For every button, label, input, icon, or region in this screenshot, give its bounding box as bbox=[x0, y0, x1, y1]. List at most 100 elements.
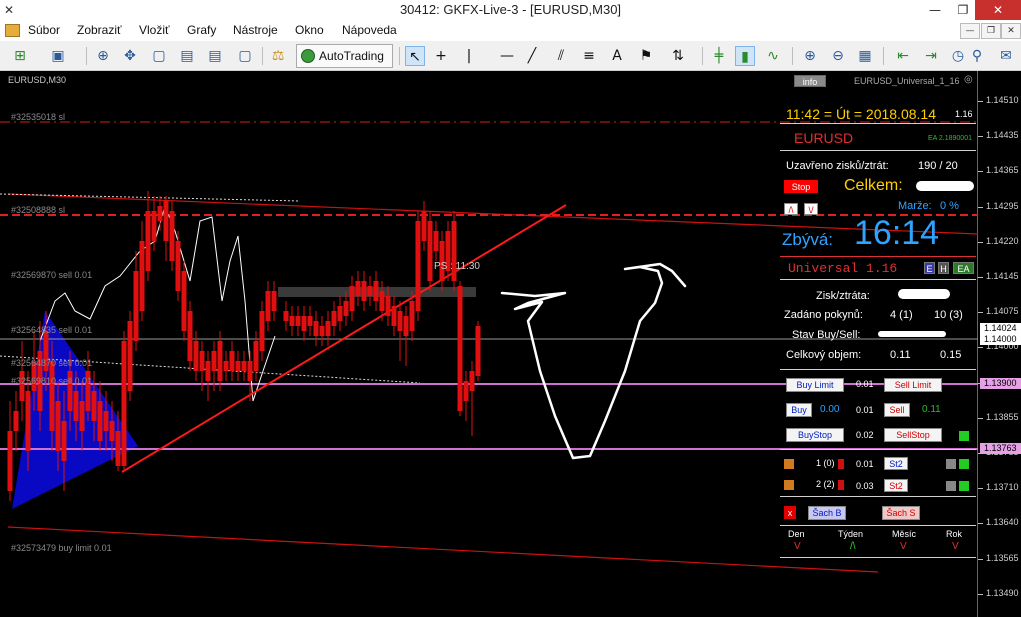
row1-minus-square[interactable] bbox=[946, 459, 956, 469]
market-watch-icon[interactable]: ⊕ bbox=[93, 46, 113, 66]
price-tick-label: 1.14145 bbox=[986, 271, 1019, 281]
text-label-icon[interactable]: ⚑ bbox=[636, 46, 656, 66]
menu-help[interactable]: Nápoveda bbox=[342, 23, 397, 37]
candle-body bbox=[79, 401, 85, 431]
candle-body bbox=[343, 301, 349, 316]
row2-minus-square[interactable] bbox=[946, 481, 956, 491]
zoom-out-icon[interactable]: ⊖ bbox=[828, 46, 848, 66]
menu-charts[interactable]: Grafy bbox=[187, 23, 216, 37]
clock-label: 11:42 = Út = 2018.08.14 bbox=[786, 106, 936, 122]
navigator-icon[interactable]: ✥ bbox=[120, 46, 140, 66]
crosshair-icon[interactable]: + bbox=[431, 46, 451, 66]
price-tick-label: 1.13565 bbox=[986, 552, 1019, 563]
bar-chart-icon[interactable]: ╪ bbox=[709, 46, 729, 66]
trendline-icon[interactable]: ╱ bbox=[522, 46, 542, 66]
ea-version-small: EA 2.1890001 bbox=[928, 135, 972, 142]
periods-icon[interactable]: ◷ bbox=[948, 46, 968, 66]
candle-body bbox=[457, 286, 463, 411]
buystop-button[interactable]: BuyStop bbox=[786, 428, 844, 442]
candle-body bbox=[235, 361, 241, 371]
data-window-icon[interactable]: ▢ bbox=[149, 46, 169, 66]
chart-shift-icon[interactable]: ⇥ bbox=[921, 46, 941, 66]
horizontal-line-icon[interactable]: — bbox=[497, 46, 517, 66]
menu-view[interactable]: Zobraziť bbox=[77, 23, 122, 37]
stop-button[interactable]: Stop bbox=[784, 180, 818, 193]
sach-s-button[interactable]: Šach S bbox=[882, 506, 920, 520]
sell-button[interactable]: Sell bbox=[884, 403, 910, 417]
zoom-in-icon[interactable]: ⊕ bbox=[800, 46, 820, 66]
row1-lot: 0.01 bbox=[856, 459, 874, 469]
menu-file[interactable]: Súbor bbox=[28, 23, 60, 37]
menu-tools[interactable]: Nástroje bbox=[233, 23, 278, 37]
candle-body bbox=[421, 211, 427, 241]
candle-body bbox=[469, 371, 475, 391]
price-axis[interactable]: 1.14510 1.14435 1.14365 1.14295 1.14220 1.141… bbox=[978, 71, 1021, 617]
sellstop-button[interactable]: SellStop bbox=[884, 428, 942, 442]
cursor-icon[interactable]: ↖ bbox=[405, 46, 425, 66]
toolbar-separator bbox=[702, 47, 703, 65]
chat-icon[interactable]: ✉ bbox=[996, 46, 1016, 66]
candle-body bbox=[247, 361, 253, 381]
mdi-minimize-button[interactable]: — bbox=[960, 23, 980, 39]
price-chart[interactable]: EURUSD,M30 #32535018 sl #32508888 sl #32… bbox=[0, 71, 978, 617]
text-icon[interactable]: A bbox=[607, 46, 627, 66]
menu-window[interactable]: Okno bbox=[295, 23, 324, 37]
tile-windows-icon[interactable]: ▦ bbox=[855, 46, 875, 66]
row2-close-square[interactable] bbox=[784, 480, 794, 490]
candle-body bbox=[187, 311, 193, 361]
sell-limit-button[interactable]: Sell Limit bbox=[884, 378, 942, 392]
info-button[interactable]: info bbox=[794, 75, 826, 87]
buy-price: 0.00 bbox=[820, 404, 840, 415]
up-arrow-button[interactable]: /\ bbox=[784, 203, 798, 215]
mini-h-button[interactable]: H bbox=[938, 262, 949, 274]
panel-divider bbox=[780, 449, 976, 450]
candle-body bbox=[331, 311, 337, 326]
candle-body bbox=[271, 291, 277, 311]
line-chart-icon[interactable]: ∿ bbox=[763, 46, 783, 66]
row1-close-square[interactable] bbox=[784, 459, 794, 469]
autotrading-button[interactable]: AutoTrading bbox=[296, 44, 393, 68]
sellstop-status-square bbox=[959, 431, 969, 441]
strategy-tester-icon[interactable]: ▤ bbox=[205, 46, 225, 66]
mdi-restore-button[interactable]: ❐ bbox=[981, 23, 1001, 39]
price-tick-label: 1.13640 bbox=[986, 517, 1019, 528]
autoscroll-icon[interactable]: ⇤ bbox=[893, 46, 913, 66]
ea-settings-icon[interactable]: ◎ bbox=[964, 74, 973, 85]
row2-st2-button[interactable]: St2 bbox=[884, 479, 908, 492]
search-icon[interactable]: ⚲ bbox=[967, 46, 987, 66]
options-icon[interactable]: ▢ bbox=[235, 46, 255, 66]
tick-mark bbox=[978, 488, 983, 490]
tick-mark bbox=[978, 417, 983, 419]
candle-body bbox=[145, 211, 151, 271]
universal-label: Universal 1.16 bbox=[788, 261, 898, 276]
fibonacci-icon[interactable]: ≡ bbox=[579, 46, 599, 66]
row1-st2-button[interactable]: St2 bbox=[884, 457, 908, 470]
chart-window-icon[interactable] bbox=[5, 24, 20, 37]
mini-ea-button[interactable]: EA bbox=[953, 262, 974, 274]
mdi-close-button[interactable]: ✕ bbox=[1001, 23, 1021, 39]
sach-b-button[interactable]: Šach B bbox=[808, 506, 846, 520]
candle-body bbox=[403, 316, 409, 336]
candle-body bbox=[289, 316, 295, 326]
candlestick-icon[interactable]: ▮ bbox=[735, 46, 755, 66]
mini-e-button[interactable]: E bbox=[924, 262, 935, 274]
buy-limit-button[interactable]: Buy Limit bbox=[786, 378, 844, 392]
profiles-icon[interactable]: ▣ bbox=[48, 46, 68, 66]
down-arrow-button[interactable]: \/ bbox=[804, 203, 818, 215]
menu-insert[interactable]: Vložiť bbox=[139, 23, 170, 37]
buy-button[interactable]: Buy bbox=[786, 403, 812, 417]
vertical-line-icon[interactable]: | bbox=[459, 46, 479, 66]
arrows-icon[interactable]: ⇅ bbox=[668, 46, 688, 66]
channel-icon[interactable]: ⫽ bbox=[551, 46, 571, 66]
close-all-button[interactable]: x bbox=[784, 506, 796, 519]
price-tick-label: 1.13490 bbox=[986, 587, 1019, 598]
new-chart-icon[interactable]: ⊞ bbox=[10, 46, 30, 66]
candle-body bbox=[97, 401, 103, 441]
metaeditor-icon[interactable]: ⚖ bbox=[268, 46, 288, 66]
candle-body bbox=[295, 316, 301, 326]
close-button[interactable]: ✕ bbox=[975, 0, 1021, 20]
tick-mark bbox=[978, 136, 983, 138]
period-day-label: Den bbox=[788, 529, 805, 539]
panel-divider bbox=[780, 123, 976, 124]
terminal-icon[interactable]: ▤ bbox=[177, 46, 197, 66]
